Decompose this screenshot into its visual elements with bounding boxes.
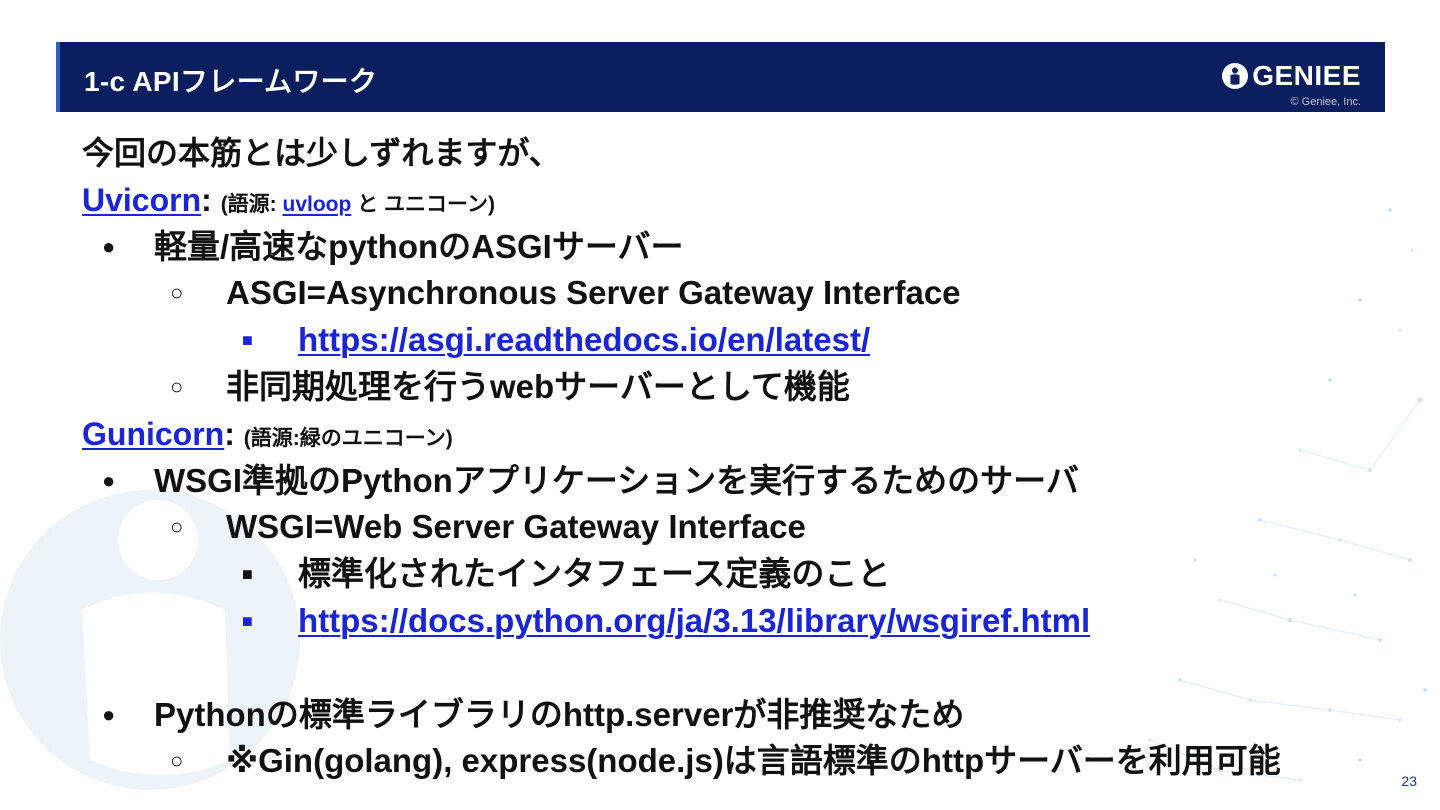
copyright: © Geniee, Inc. (1290, 96, 1361, 108)
list-item-text: WSGI=Web Server Gateway Interface (226, 508, 806, 546)
gunicorn-link[interactable]: Gunicorn (82, 416, 224, 452)
uvicorn-colon: : (201, 181, 212, 218)
wsgiref-docs-link[interactable]: https://docs.python.org/ja/3.13/library/… (298, 602, 1090, 639)
uvloop-link[interactable]: uvloop (283, 193, 352, 216)
intro-text: 今回の本筋とは少しずれますが、 (82, 135, 561, 171)
list-item-text: WSGI準拠のPythonアプリケーションを実行するためのサーバ (154, 461, 1079, 499)
list-item: ○ 非同期処理を行うwebサーバーとして機能 (82, 364, 1382, 411)
header-accent-bar (56, 42, 60, 112)
bullet-circle: ○ (170, 514, 184, 540)
list-item-text: 軽量/高速なpythonのASGIサーバー (154, 227, 684, 265)
gunicorn-etymology: (語源:緑のユニコーン) (243, 426, 453, 450)
bullet-disc: ● (102, 467, 116, 493)
gunicorn-heading: Gunicorn: (語源:緑のユニコーン) (82, 411, 1382, 458)
bullet-disc: ● (102, 233, 116, 259)
list-item: ● WSGI準拠のPythonアプリケーションを実行するためのサーバ (82, 458, 1382, 505)
list-item-text: 標準化されたインタフェース定義のこと (298, 555, 891, 593)
list-item: ■ https://docs.python.org/ja/3.13/librar… (82, 598, 1382, 645)
logo-text: GENIEE (1252, 60, 1361, 91)
uvicorn-etymology-prefix: (語源: (220, 192, 283, 216)
uvicorn-etymology: (語源: uvloop と ユニコーン) (221, 193, 495, 216)
slide-body: 今回の本筋とは少しずれますが、 Uvicorn: (語源: uvloop と ユ… (82, 130, 1382, 785)
bullet-square: ■ (242, 330, 253, 351)
bullet-square: ■ (242, 564, 253, 585)
list-item: ● 軽量/高速なpythonのASGIサーバー (82, 224, 1382, 271)
page-number: 23 (1401, 773, 1417, 789)
bullet-circle: ○ (170, 748, 184, 774)
asgi-docs-link[interactable]: https://asgi.readthedocs.io/en/latest/ (298, 321, 870, 358)
geniee-logo-icon (1222, 63, 1249, 89)
list-item-text: ASGI=Asynchronous Server Gateway Interfa… (226, 274, 961, 312)
list-item: ■ https://asgi.readthedocs.io/en/latest/ (82, 317, 1382, 364)
uvicorn-link[interactable]: Uvicorn (82, 182, 201, 218)
uvicorn-heading: Uvicorn: (語源: uvloop と ユニコーン) (82, 177, 1382, 224)
bullet-circle: ○ (170, 280, 184, 306)
list-item: ■ 標準化されたインタフェース定義のこと (82, 551, 1382, 598)
slide-header: 1-c APIフレームワーク GENIEE © Geniee, Inc. (56, 42, 1385, 112)
list-item-text: 非同期処理を行うwebサーバーとして機能 (226, 367, 850, 405)
gunicorn-colon: : (224, 415, 235, 452)
list-item: ○ WSGI=Web Server Gateway Interface (82, 504, 1382, 551)
geniee-logo: GENIEE (1221, 62, 1361, 90)
bullet-square: ■ (242, 610, 253, 631)
slide-title: 1-c APIフレームワーク (84, 66, 378, 97)
list-item-text: ※Gin(golang), express(node.js)は言語標準のhttp… (226, 742, 1281, 780)
uvicorn-etymology-suffix: と ユニコーン) (351, 192, 495, 216)
bullet-disc: ● (102, 701, 116, 727)
list-item: ● Pythonの標準ライブラリのhttp.serverが非推奨なため (82, 692, 1382, 739)
bullet-circle: ○ (170, 373, 184, 399)
list-item-text: Pythonの標準ライブラリのhttp.serverが非推奨なため (154, 695, 965, 733)
list-item: ○ ※Gin(golang), express(node.js)は言語標準のht… (82, 738, 1382, 785)
list-item: ○ ASGI=Asynchronous Server Gateway Inter… (82, 270, 1382, 317)
